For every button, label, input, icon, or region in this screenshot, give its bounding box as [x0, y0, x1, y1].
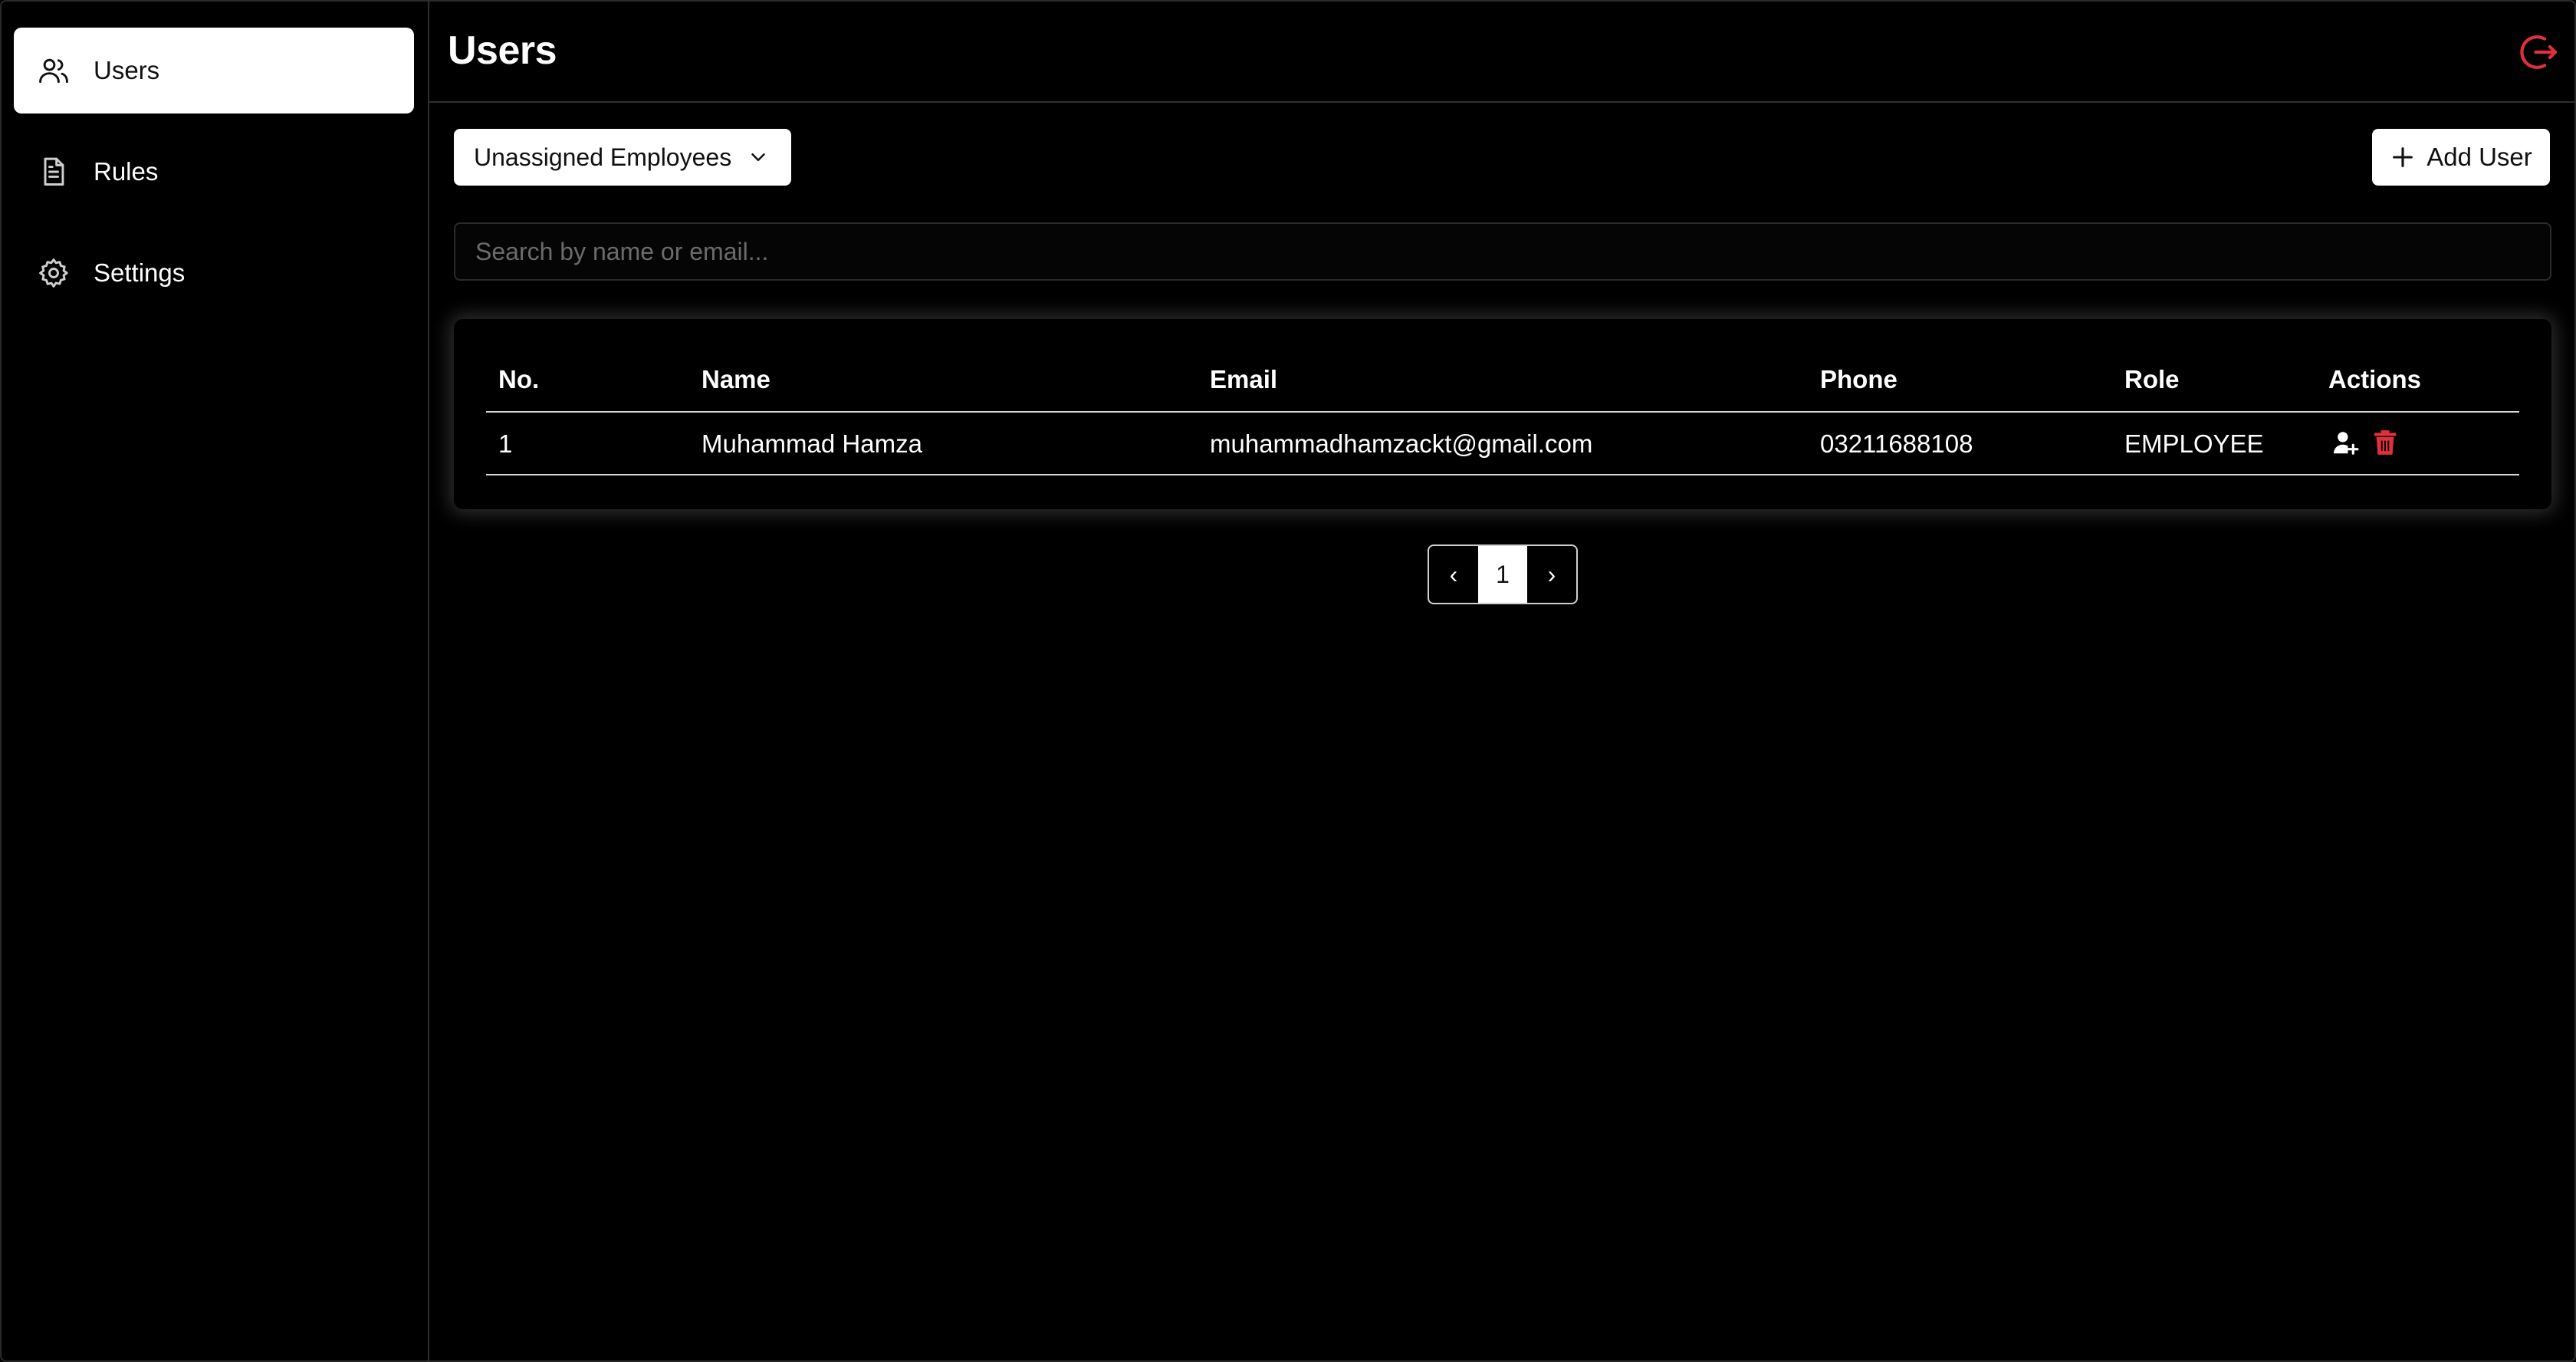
sidebar-item-label: Rules [94, 157, 159, 186]
sidebar-item-label: Settings [94, 258, 186, 287]
sidebar-item-settings[interactable]: Settings [14, 230, 414, 316]
search-input[interactable] [454, 222, 2551, 281]
column-header-phone: Phone [1820, 365, 1898, 393]
sidebar: Users Rules Settings [0, 0, 429, 1362]
row-actions [2331, 428, 2410, 457]
page-1-button[interactable]: 1 [1478, 546, 1527, 603]
document-icon [37, 155, 71, 189]
row-divider [486, 474, 2519, 475]
users-table: No. Name Email Phone Role Actions 1 Muha… [454, 319, 2551, 509]
add-user-button[interactable]: Add User [2372, 129, 2550, 186]
assign-user-button[interactable] [2331, 428, 2360, 457]
sidebar-item-users[interactable]: Users [14, 28, 414, 114]
page-title: Users [448, 28, 557, 73]
cell-no: 1 [498, 429, 513, 458]
sidebar-item-rules[interactable]: Rules [14, 129, 414, 215]
column-header-role: Role [2124, 365, 2180, 393]
cell-phone: 03211688108 [1820, 429, 1973, 458]
pagination: ‹ 1 › [1428, 544, 1578, 604]
column-header-email: Email [1210, 365, 1278, 393]
cell-name: Muhammad Hamza [702, 429, 922, 458]
column-header-no: No. [498, 365, 540, 393]
column-header-name: Name [702, 365, 770, 393]
column-header-actions: Actions [2328, 365, 2422, 393]
filter-selected-value: Unassigned Employees [474, 143, 732, 171]
gear-icon [37, 256, 71, 290]
employee-filter-select[interactable]: Unassigned Employees [454, 129, 791, 186]
delete-user-button[interactable] [2371, 428, 2400, 457]
chevron-down-icon [751, 153, 765, 161]
next-page-button[interactable]: › [1527, 546, 1576, 603]
cell-email: muhammadhamzackt@gmail.com [1210, 429, 1593, 458]
header-divider [486, 411, 2519, 413]
sidebar-item-label: Users [94, 56, 160, 84]
add-user-label: Add User [2426, 143, 2532, 171]
prev-page-button[interactable]: ‹ [1429, 546, 1478, 603]
plus-icon [2393, 147, 2413, 167]
page-header: Users [429, 0, 2576, 103]
logout-button[interactable] [2518, 31, 2561, 74]
assign-user-icon [2333, 432, 2359, 455]
trash-icon [2374, 430, 2397, 455]
users-icon [37, 54, 71, 87]
logout-icon [2520, 35, 2558, 69]
cell-role: EMPLOYEE [2124, 429, 2264, 458]
